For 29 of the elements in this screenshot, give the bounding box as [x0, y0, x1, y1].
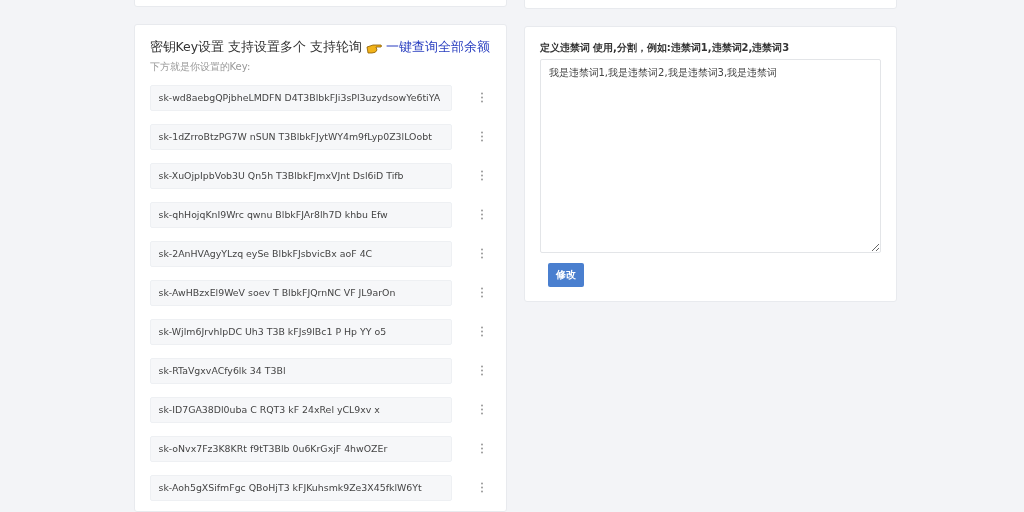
- api-key-field[interactable]: sk-RTaVgxvACfy6lk 34 T3Bl: [149, 357, 452, 384]
- more-icon[interactable]: [479, 443, 484, 455]
- api-key-field[interactable]: sk-ID7GA38Dl0uba C RQT3 kF 24xRel yCL9xv x: [149, 396, 452, 423]
- card-title: 密钥Key设置 支持设置多个 支持轮询: [149, 39, 363, 57]
- api-key-field[interactable]: sk-oNvx7Fz3K8KRt f9tT3Blb 0u6KrGxjF 4hwOZEr: [149, 435, 452, 462]
- more-icon[interactable]: [479, 170, 484, 182]
- more-icon[interactable]: [479, 209, 484, 221]
- api-key-field[interactable]: sk-AwHBzxEl9WeV soev T BlbkFJQrnNC VF JL9arOn: [149, 279, 452, 306]
- api-key-field[interactable]: sk-Wjlm6JrvhIpDC Uh3 T3B kFJs9lBc1 P Hp YY o5: [149, 318, 452, 345]
- more-icon[interactable]: [479, 131, 484, 143]
- more-icon[interactable]: [479, 248, 484, 260]
- banned-words-field[interactable]: 我是违禁词1,我是违禁词2,我是违禁词3,我是违禁词: [539, 59, 881, 253]
- api-key-field[interactable]: sk-2AnHVAgyYLzq eySe BlbkFJsbvicBx aoF 4C: [149, 240, 452, 267]
- api-key-field[interactable]: sk-XuOjpIpbVob3U Qn5h T3BlbkFJmxVJnt Dsl6iD Tifb: [149, 162, 452, 189]
- api-key-field[interactable]: sk-qhHojqKnI9Wrc qwnu BlbkFJAr8lh7D khbu Efw: [149, 201, 452, 228]
- keys-subtitle: 下方就是你设置的Key:: [149, 60, 252, 75]
- api-key-field[interactable]: sk-Aoh5gXSifmFgc QBoHjT3 kFJKuhsmk9Ze3X45fklW6Yt: [149, 474, 452, 501]
- more-icon[interactable]: [479, 92, 484, 104]
- api-key-field[interactable]: sk-wd8aebgQPjbheLMDFN D4T3BlbkFJi3sPl3uzydsowYe6tiYA: [149, 84, 452, 111]
- pointing-hand-icon: [366, 41, 383, 54]
- more-icon[interactable]: [479, 482, 484, 494]
- more-icon[interactable]: [479, 404, 484, 416]
- query-balance-link[interactable]: 一键查询全部余额: [386, 39, 491, 57]
- field-label: 定义违禁词 使用,分割，例如:违禁词1,违禁词2,违禁词3: [539, 41, 791, 55]
- modify-button[interactable]: 修改: [547, 263, 584, 287]
- api-key-field[interactable]: sk-1dZrroBtzPG7W nSUN T3BlbkFJytWY4m9fLyp0Z3lLOobt: [149, 123, 452, 150]
- more-icon[interactable]: [479, 326, 484, 338]
- more-icon[interactable]: [479, 287, 484, 299]
- more-icon[interactable]: [479, 365, 484, 377]
